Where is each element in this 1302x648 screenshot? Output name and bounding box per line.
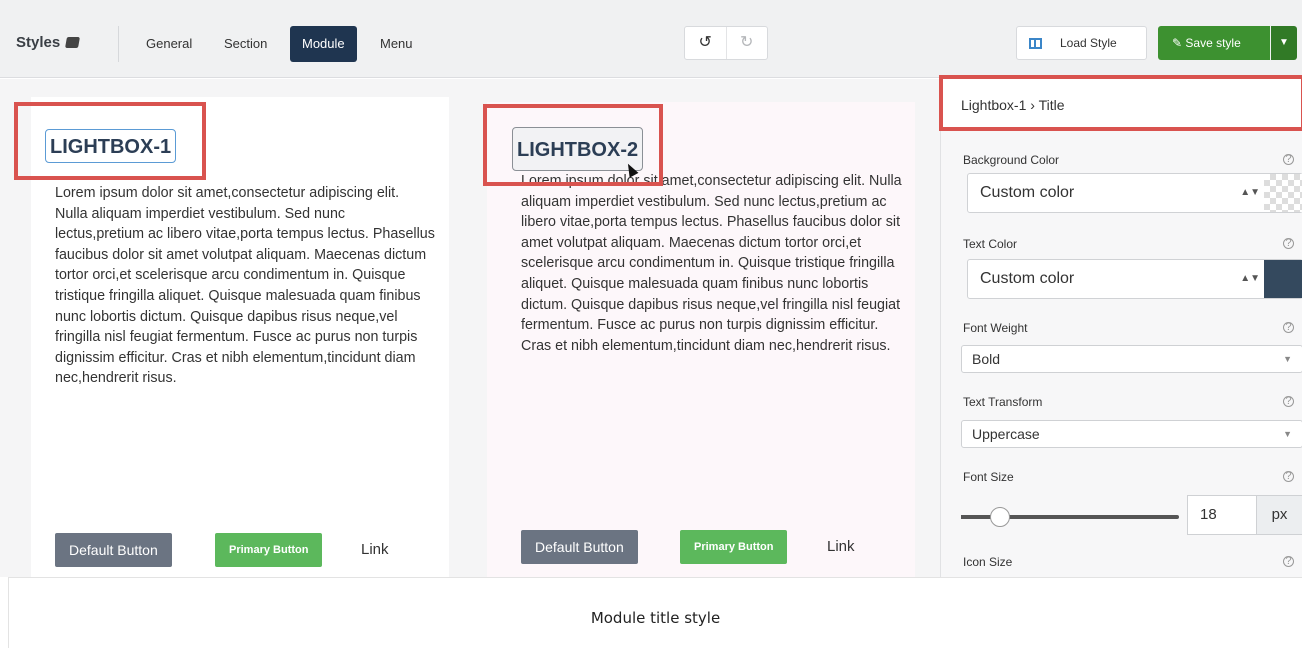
text-color-swatch[interactable]	[1264, 260, 1302, 298]
lightbox-2-body: Lorem ipsum dolor sit amet,consectetur a…	[521, 173, 902, 354]
link[interactable]: Link	[827, 530, 855, 564]
styles-label: Styles	[16, 34, 61, 51]
transparent-swatch[interactable]	[1264, 174, 1302, 212]
eraser-icon[interactable]	[65, 37, 81, 48]
text-transform-select[interactable]: Uppercase ▼	[961, 420, 1302, 448]
undo-icon[interactable]: ↺	[685, 27, 727, 59]
load-style-button[interactable]: Load Style	[1016, 26, 1147, 60]
link[interactable]: Link	[361, 533, 389, 567]
font-weight-value: Bold	[972, 351, 1001, 367]
tab-section[interactable]: Section	[212, 26, 279, 62]
help-icon[interactable]: ?	[1283, 238, 1294, 249]
primary-button[interactable]: Primary Button	[215, 533, 323, 567]
background-color-select[interactable]: Custom color ▲▼	[967, 173, 1302, 213]
highlight-box	[939, 75, 1302, 131]
toolbar-divider	[118, 26, 119, 62]
primary-button[interactable]: Primary Button	[680, 530, 788, 564]
font-weight-select[interactable]: Bold ▼	[961, 345, 1302, 373]
help-icon[interactable]: ?	[1283, 556, 1294, 567]
default-button[interactable]: Default Button	[55, 533, 172, 567]
help-icon[interactable]: ?	[1283, 154, 1294, 165]
layout-icon	[1029, 37, 1042, 49]
top-toolbar: Styles General Section Module Menu ↺ ↻ L…	[0, 0, 1302, 78]
text-transform-label: Text Transform	[963, 395, 1043, 409]
save-dropdown-toggle[interactable]: ▼	[1271, 26, 1297, 60]
caption: Module title style	[8, 577, 1302, 648]
background-color-label: Background Color	[963, 153, 1060, 167]
redo-icon[interactable]: ↻	[727, 27, 768, 59]
select-arrows-icon: ▲▼	[1240, 273, 1260, 284]
load-style-label: Load Style	[1060, 36, 1117, 50]
default-button[interactable]: Default Button	[521, 530, 638, 564]
select-arrows-icon: ▲▼	[1240, 187, 1260, 198]
font-size-unit: px	[1257, 495, 1302, 535]
help-icon[interactable]: ?	[1283, 471, 1294, 482]
text-transform-value: Uppercase	[972, 426, 1040, 442]
font-size-slider[interactable]	[961, 507, 1179, 527]
preview-canvas: LIGHTBOX-1 Lorem ipsum dolor sit amet,co…	[0, 79, 940, 577]
tab-menu[interactable]: Menu	[368, 26, 425, 62]
save-style-button[interactable]: ✎ Save style	[1158, 26, 1270, 60]
text-color-value: Custom color	[980, 270, 1075, 287]
tab-general[interactable]: General	[134, 26, 204, 62]
chevron-down-icon: ▼	[1283, 429, 1292, 439]
background-color-value: Custom color	[980, 184, 1075, 201]
text-color-label: Text Color	[963, 237, 1018, 251]
save-style-label: Save style	[1185, 36, 1241, 50]
caret-down-icon: ▼	[1279, 37, 1289, 48]
highlight-box	[14, 102, 206, 180]
font-size-input[interactable]: 18	[1187, 495, 1257, 535]
tab-module[interactable]: Module	[290, 26, 357, 62]
font-size-label: Font Size	[963, 470, 1014, 484]
lightbox-1-body: Lorem ipsum dolor sit amet,consectetur a…	[55, 185, 435, 387]
slider-thumb[interactable]	[990, 507, 1011, 527]
icon-size-label: Icon Size	[963, 555, 1013, 569]
chevron-down-icon: ▼	[1283, 354, 1292, 364]
text-color-select[interactable]: Custom color ▲▼	[967, 259, 1302, 299]
help-icon[interactable]: ?	[1283, 322, 1294, 333]
history-controls: ↺ ↻	[684, 26, 768, 60]
help-icon[interactable]: ?	[1283, 396, 1294, 407]
edit-icon: ✎	[1172, 36, 1186, 50]
settings-panel: Lightbox-1 › Title Background Color ? Cu…	[939, 75, 1302, 577]
font-weight-label: Font Weight	[963, 321, 1028, 335]
styles-heading: Styles	[16, 34, 81, 51]
